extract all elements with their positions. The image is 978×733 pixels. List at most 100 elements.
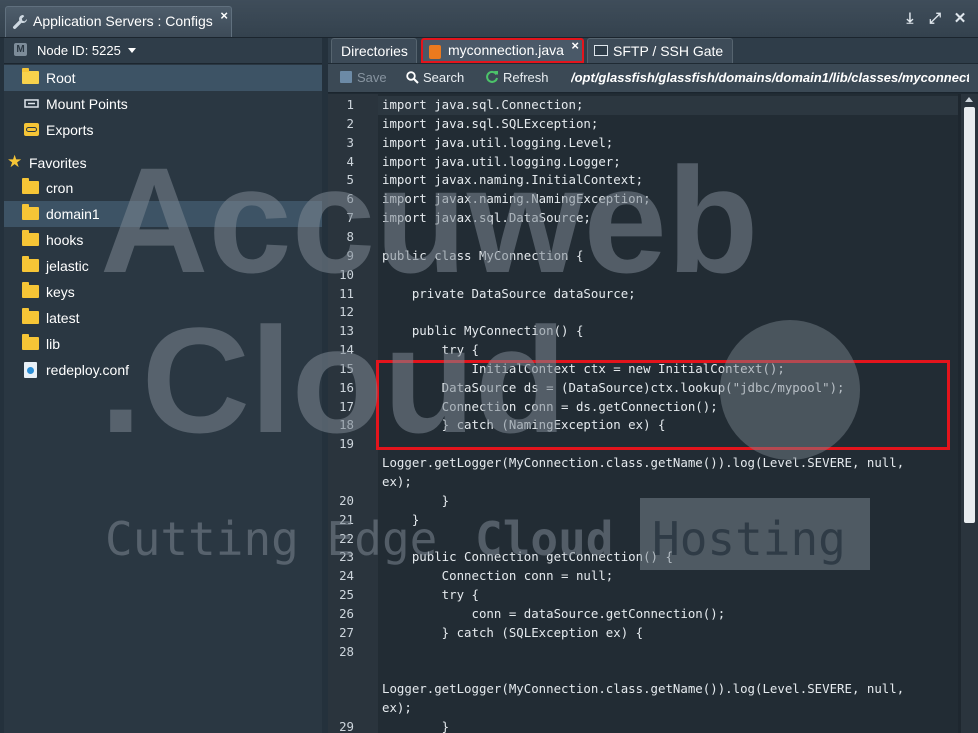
tree-item-root[interactable]: Root xyxy=(4,65,322,91)
code-line[interactable]: conn = dataSource.getConnection(); xyxy=(382,606,726,621)
save-button[interactable]: Save xyxy=(340,70,387,85)
code-line[interactable]: import java.sql.Connection; xyxy=(382,97,583,112)
code-line[interactable]: ex); xyxy=(382,700,412,715)
line-number: 3 xyxy=(346,134,354,150)
scroll-up-icon[interactable] xyxy=(965,97,973,102)
tree-item-domain1[interactable]: domain1 xyxy=(4,201,322,227)
mount-points-icon xyxy=(24,99,39,108)
code-line[interactable]: Logger.getLogger(MyConnection.class.getN… xyxy=(382,681,904,696)
code-line[interactable]: public MyConnection() { xyxy=(382,323,584,338)
download-icon[interactable]: ⤓ xyxy=(901,10,919,28)
favorites-label: Favorites xyxy=(29,155,87,171)
refresh-label: Refresh xyxy=(503,70,549,85)
tree-item-label: latest xyxy=(46,310,80,326)
tree-item-jelastic[interactable]: jelastic xyxy=(4,253,322,279)
code-line[interactable]: public Connection getConnection() { xyxy=(382,549,673,564)
tree-item-label: Root xyxy=(46,70,76,86)
vertical-scrollbar[interactable] xyxy=(961,94,978,733)
code-line[interactable]: import javax.naming.InitialContext; xyxy=(382,172,643,187)
tab-myconnection-java[interactable]: myconnection.java × xyxy=(421,38,584,63)
code-line[interactable]: import javax.naming.NamingException; xyxy=(382,191,651,206)
config-file-icon xyxy=(24,362,37,378)
folder-icon xyxy=(22,308,39,324)
tree-item-label: redeploy.conf xyxy=(46,362,130,378)
line-number: 4 xyxy=(346,153,354,169)
tab-directories[interactable]: Directories xyxy=(331,38,417,63)
line-number: 5 xyxy=(346,172,354,188)
expand-icon[interactable]: ⤢ xyxy=(926,10,944,28)
line-number: 20 xyxy=(339,492,354,508)
tree-item-redeploy-conf[interactable]: redeploy.conf xyxy=(4,357,322,383)
code-line[interactable]: } xyxy=(382,719,449,733)
code-line[interactable]: Connection conn = null; xyxy=(382,568,614,583)
folder-icon xyxy=(22,256,39,272)
tree-item-keys[interactable]: keys xyxy=(4,279,322,305)
tree-item-label: keys xyxy=(46,284,75,300)
highlight-box xyxy=(376,360,950,450)
line-number: 11 xyxy=(339,285,354,301)
code-line[interactable]: private DataSource dataSource; xyxy=(382,286,636,301)
folder-icon xyxy=(22,282,39,298)
code-line[interactable]: try { xyxy=(382,342,479,357)
line-number: 18 xyxy=(339,417,354,433)
search-button[interactable]: Search xyxy=(406,70,464,85)
close-window-icon[interactable]: ✕ xyxy=(951,10,969,28)
node-badge: M xyxy=(14,43,27,56)
line-number: 16 xyxy=(339,379,354,395)
line-number: 13 xyxy=(339,323,354,339)
code-line[interactable]: ex); xyxy=(382,474,412,489)
code-line[interactable]: import javax.sql.DataSource; xyxy=(382,210,591,225)
file-path: /opt/glassfish/glassfish/domains/domain1… xyxy=(571,70,969,85)
tree-item-label: hooks xyxy=(46,232,84,248)
line-number: 22 xyxy=(339,530,354,546)
close-tab-icon[interactable]: × xyxy=(571,38,579,53)
floppy-icon xyxy=(340,71,352,83)
tree-item-exports[interactable]: Exports xyxy=(4,117,322,143)
tree-item-lib[interactable]: lib xyxy=(4,331,322,357)
line-number: 28 xyxy=(339,643,354,659)
tree-item-cron[interactable]: cron xyxy=(4,175,322,201)
favorites-header[interactable]: ★ Favorites xyxy=(4,150,322,176)
scrollbar-thumb[interactable] xyxy=(964,107,975,523)
code-line[interactable]: } xyxy=(382,512,419,527)
code-line[interactable]: } xyxy=(382,493,449,508)
save-label: Save xyxy=(357,70,387,85)
tree-item-label: jelastic xyxy=(46,258,89,274)
line-number: 25 xyxy=(339,587,354,603)
close-tab-icon[interactable]: × xyxy=(220,8,228,23)
star-icon: ★ xyxy=(7,152,23,171)
code-line[interactable]: public class MyConnection { xyxy=(382,248,583,263)
tab-label: SFTP / SSH Gate xyxy=(613,43,724,59)
search-label: Search xyxy=(423,70,465,85)
tab-bar: Directories myconnection.java × SFTP / S… xyxy=(328,38,978,63)
tree-item-latest[interactable]: latest xyxy=(4,305,322,331)
code-line[interactable]: } catch (SQLException ex) { xyxy=(382,625,643,640)
line-number: 1 xyxy=(346,97,354,112)
line-number: 27 xyxy=(339,624,354,640)
tree-item-hooks[interactable]: hooks xyxy=(4,227,322,253)
line-number: 8 xyxy=(346,228,354,244)
tab-sftp-ssh-gate[interactable]: SFTP / SSH Gate xyxy=(587,38,733,63)
window-title: Application Servers : Configs xyxy=(33,13,213,29)
window-tab[interactable]: Application Servers : Configs × xyxy=(5,6,232,37)
tree-item-label: cron xyxy=(46,180,74,196)
code-editor[interactable]: 1 import java.sql.Connection; 2 import java… xyxy=(328,94,978,733)
node-label: Node ID: 5225 xyxy=(37,43,121,58)
code-line[interactable]: try { xyxy=(382,587,479,602)
refresh-button[interactable]: Refresh xyxy=(485,70,549,85)
code-line[interactable]: import java.util.logging.Level; xyxy=(382,135,613,150)
code-line[interactable]: Logger.getLogger(MyConnection.class.getN… xyxy=(382,455,904,470)
tree-item-label: Exports xyxy=(46,122,94,138)
tree-item-mount-points[interactable]: Mount Points xyxy=(4,91,322,117)
code-line[interactable]: import java.util.logging.Logger; xyxy=(382,154,621,169)
file-tree-panel: M Node ID: 5225 Root Mount Points Export… xyxy=(4,38,322,733)
code-line[interactable]: import java.sql.SQLException; xyxy=(382,116,598,131)
java-file-icon xyxy=(429,45,441,59)
node-selector[interactable]: M Node ID: 5225 xyxy=(4,38,322,64)
search-icon xyxy=(406,71,419,84)
window-titlebar: Application Servers : Configs × ⤓ ⤢ ✕ xyxy=(0,0,978,38)
folder-icon xyxy=(22,68,39,84)
chevron-down-icon[interactable] xyxy=(128,48,136,53)
line-number: 9 xyxy=(346,247,354,263)
line-number: 17 xyxy=(339,398,354,414)
